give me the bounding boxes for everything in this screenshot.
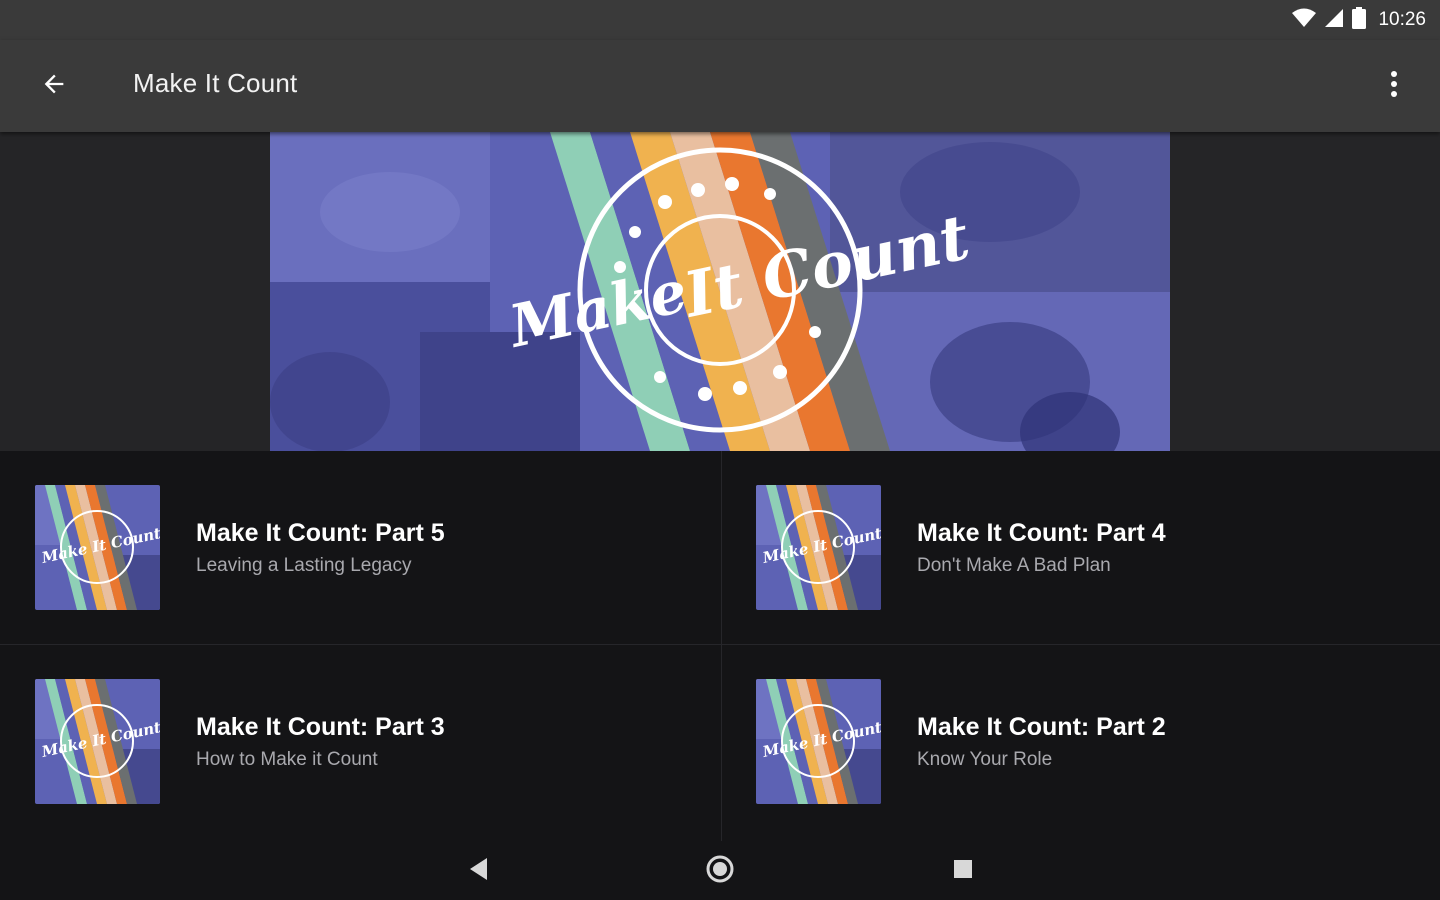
- back-button[interactable]: [30, 62, 78, 110]
- nav-back-button[interactable]: [453, 845, 505, 897]
- sermon-title: Make It Count: Part 5: [196, 519, 445, 547]
- nav-home-icon: [705, 854, 735, 889]
- nav-recents-icon: [953, 859, 973, 884]
- sermon-subtitle: Don't Make A Bad Plan: [917, 555, 1111, 576]
- sermon-thumbnail: Make It Count: [35, 485, 160, 610]
- back-arrow-icon: [40, 70, 68, 103]
- sermon-list-item[interactable]: Make It Count Make It Count: Part 3 How to…: [0, 645, 720, 838]
- sermon-title: Make It Count: Part 3: [196, 713, 445, 741]
- hero-area: Make It Count: [0, 132, 1440, 451]
- app-bar: Make It Count: [0, 40, 1440, 132]
- sermon-grid: Make It Count Make It Count: Part 5 Leavin…: [0, 451, 1440, 841]
- sermon-list-item[interactable]: Make It Count Make It Count: Part 5 Leavin…: [0, 451, 720, 644]
- series-banner-image: Make It Count: [270, 132, 1170, 451]
- nav-home-button[interactable]: [694, 845, 746, 897]
- sermon-thumbnail: Make It Count: [756, 679, 881, 804]
- status-time: 10:26: [1378, 9, 1426, 30]
- status-bar: 10:26: [0, 0, 1440, 40]
- sermon-subtitle: How to Make it Count: [196, 749, 378, 770]
- page-title: Make It Count: [133, 68, 298, 98]
- sermon-title: Make It Count: Part 2: [917, 713, 1166, 741]
- sermon-subtitle: Know Your Role: [917, 749, 1053, 770]
- sermon-list-item[interactable]: Make It Count Make It Count: Part 4 Don't …: [721, 451, 1440, 644]
- sermon-title: Make It Count: Part 4: [917, 519, 1166, 547]
- overflow-menu-button[interactable]: [1370, 62, 1418, 110]
- sermon-thumbnail: Make It Count: [756, 485, 881, 610]
- more-vert-icon: [1390, 70, 1398, 103]
- system-nav-bar: [0, 841, 1440, 900]
- nav-recents-button[interactable]: [937, 845, 989, 897]
- sermon-list-item[interactable]: Make It Count Make It Count: Part 2 Know Y…: [721, 645, 1440, 838]
- nav-back-icon: [470, 857, 488, 885]
- cell-signal-icon: [1324, 8, 1344, 33]
- wifi-icon: [1292, 8, 1317, 33]
- battery-icon: [1352, 6, 1367, 34]
- sermon-subtitle: Leaving a Lasting Legacy: [196, 555, 412, 576]
- status-icons: 10:26: [1292, 6, 1426, 34]
- sermon-thumbnail: Make It Count: [35, 679, 160, 804]
